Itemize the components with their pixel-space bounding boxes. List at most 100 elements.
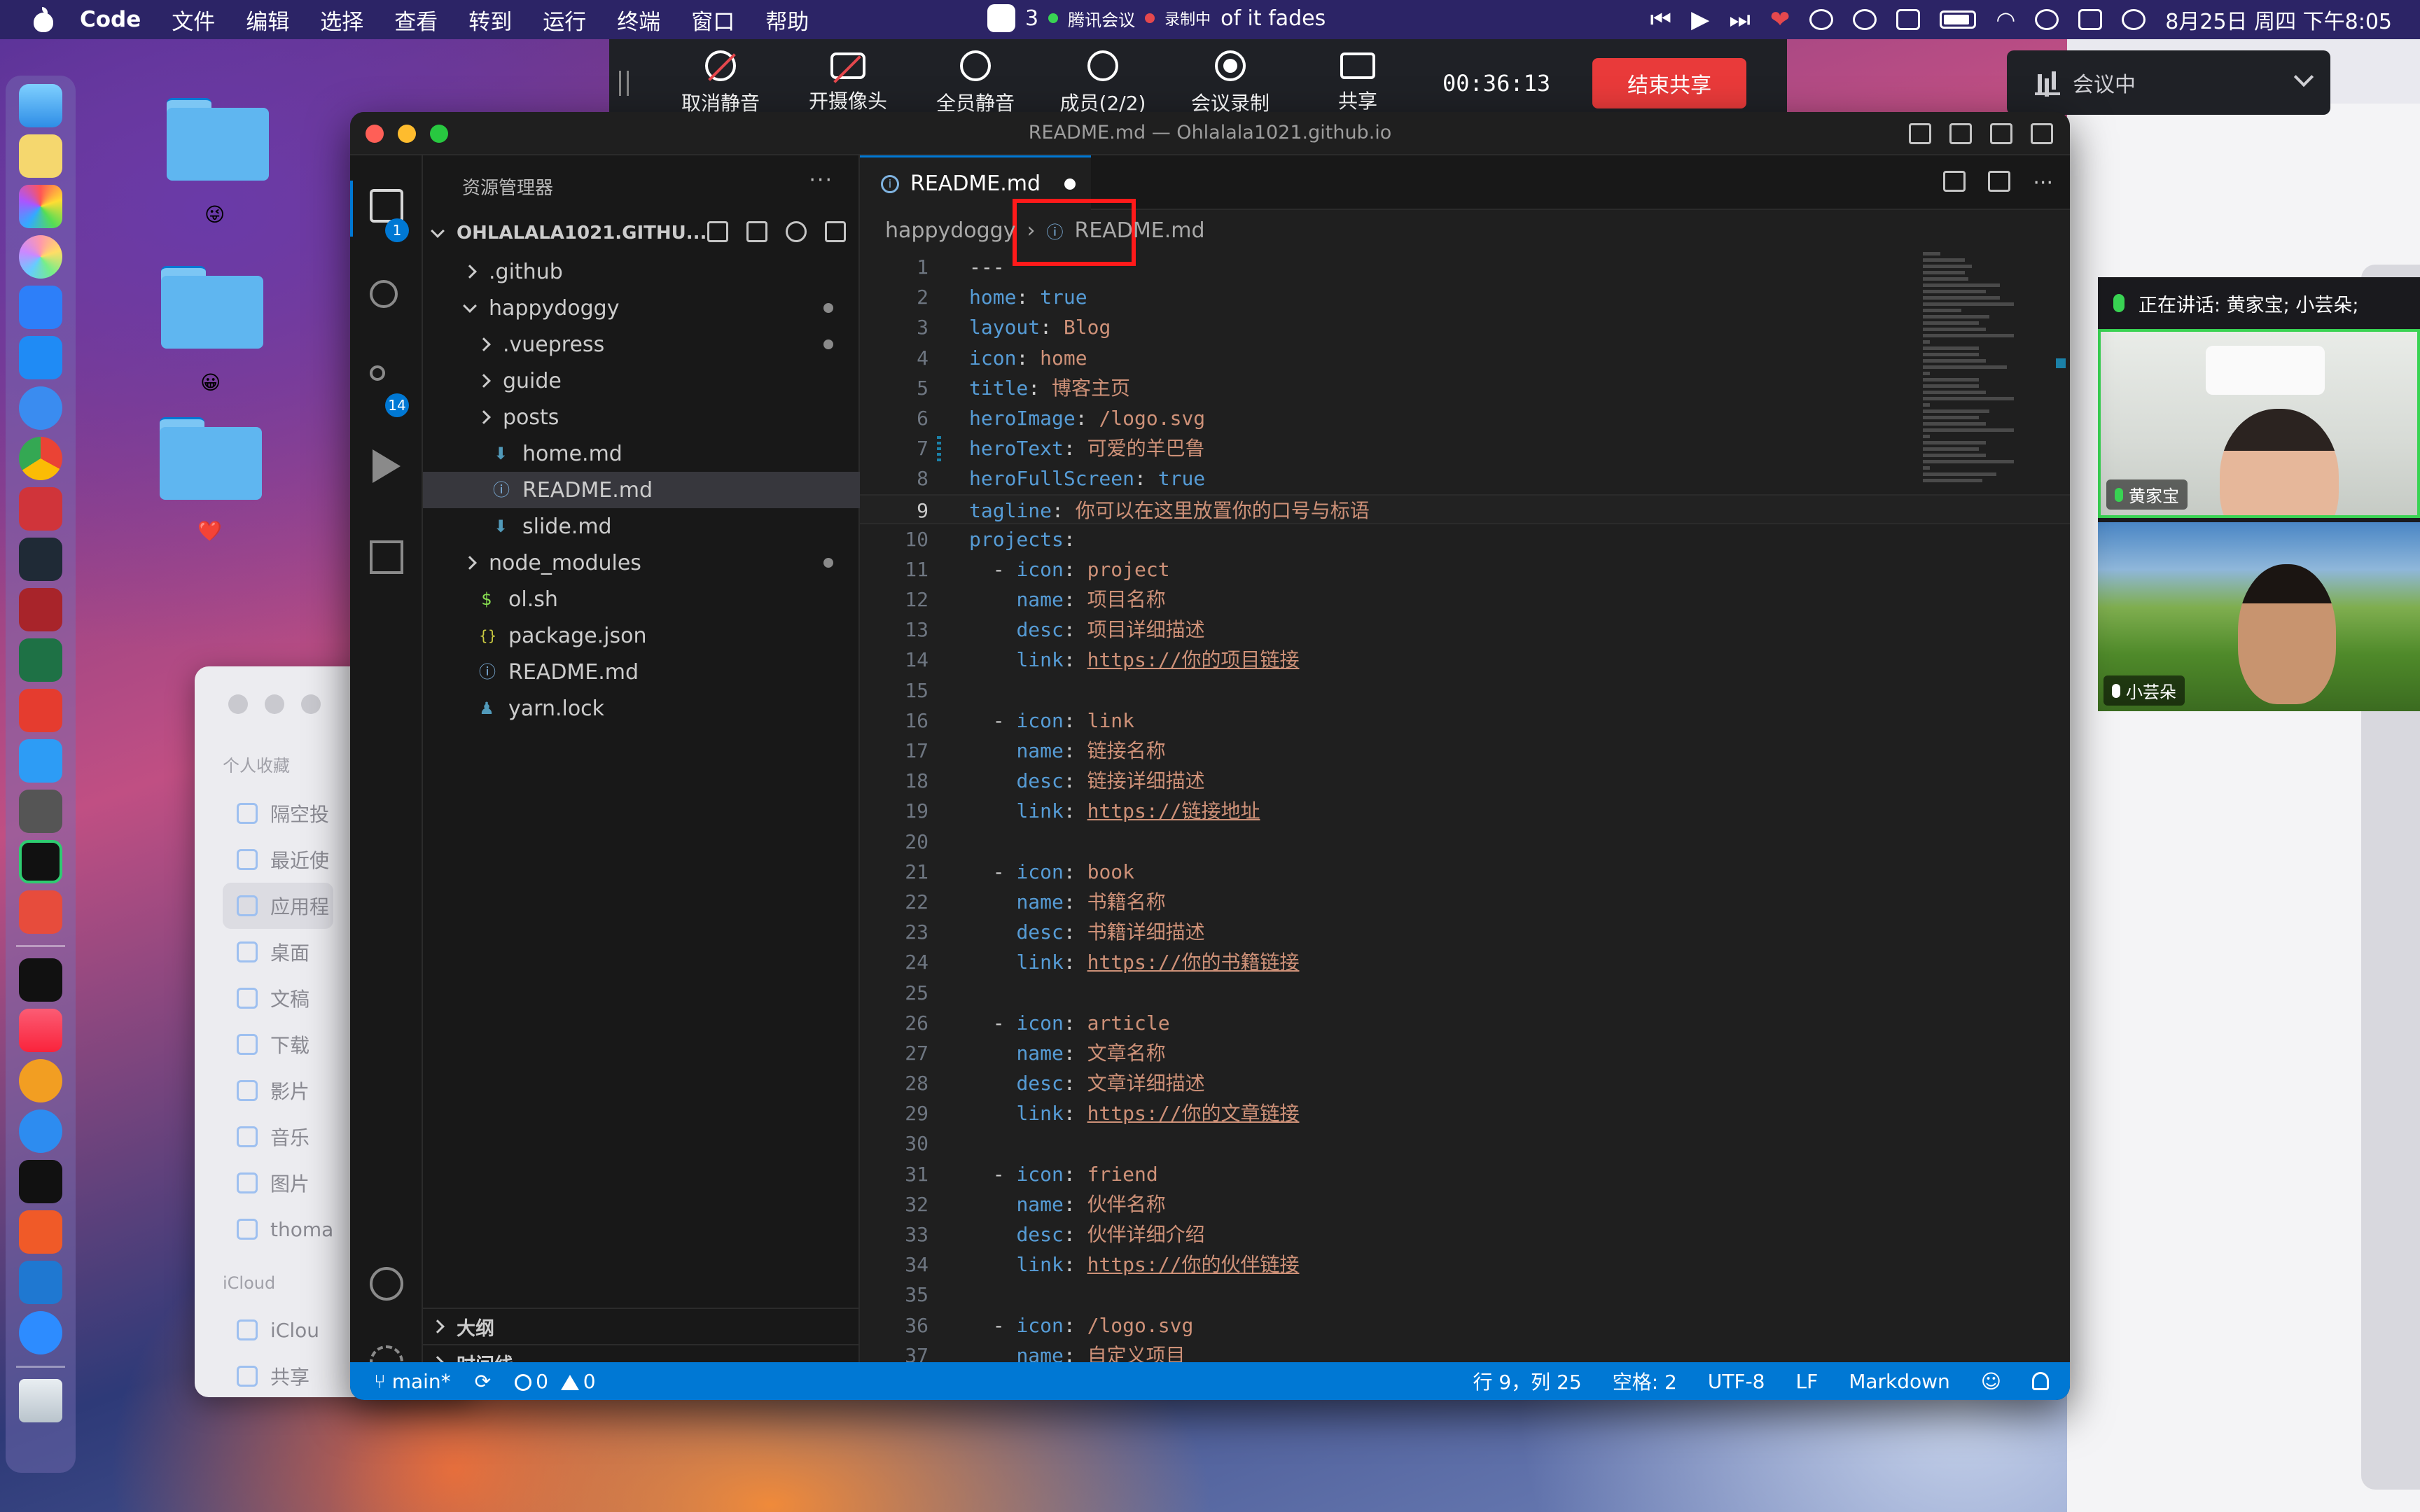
kotlin-icon[interactable] — [19, 538, 62, 581]
code-line[interactable]: 10 projects: — [860, 524, 2070, 554]
toggle-primary-sidebar-icon[interactable] — [1909, 123, 1931, 144]
code-line[interactable]: 26 - icon: article — [860, 1008, 2070, 1038]
desktop-folder[interactable] — [160, 417, 262, 500]
unsaved-dot-icon[interactable] — [1064, 178, 1076, 190]
input-method-icon[interactable] — [1896, 9, 1921, 30]
code-line[interactable]: 15 — [860, 676, 2070, 706]
source-control-icon[interactable] — [370, 365, 385, 381]
user-avatar-icon[interactable] — [1809, 9, 1834, 30]
meeting-record-button[interactable]: 会议录制 — [1167, 50, 1294, 116]
menu-go[interactable]: 转到 — [468, 4, 512, 36]
menu-selection[interactable]: 选择 — [320, 4, 363, 36]
menu-run[interactable]: 运行 — [543, 4, 586, 36]
code-line[interactable]: 23 desc: 书籍详细描述 — [860, 917, 2070, 947]
breadcrumb-file[interactable]: README.md — [1074, 218, 1204, 243]
customize-layout-icon[interactable] — [2031, 123, 2053, 144]
video-tile-participant-1[interactable]: 黄家宝 — [2098, 329, 2420, 518]
finder-item-documents[interactable]: 文稿 — [223, 975, 333, 1021]
video-tile-participant-2[interactable]: 小芸朵 — [2098, 522, 2420, 711]
code-line[interactable]: 21 - icon: book — [860, 857, 2070, 887]
voice-memo-icon[interactable] — [19, 487, 62, 531]
desktop-folder[interactable] — [167, 98, 269, 181]
feedback-icon[interactable]: ☺ — [1981, 1370, 2001, 1393]
notification-app-icon[interactable] — [987, 4, 1015, 32]
tree-item-happydoggy[interactable]: happydoggy — [423, 290, 860, 326]
code-line[interactable]: 11 - icon: project — [860, 554, 2070, 584]
finder-item-recents[interactable]: 最近使 — [223, 836, 333, 883]
app-red-icon[interactable] — [19, 1210, 62, 1254]
chrome-icon[interactable] — [19, 437, 62, 480]
code-line[interactable]: 14 link: https://你的项目链接 — [860, 645, 2070, 675]
split-editor-icon[interactable] — [1988, 171, 2011, 192]
code-line[interactable]: 6 heroImage: /logo.svg — [860, 403, 2070, 433]
safari-icon[interactable] — [19, 1110, 62, 1153]
account-icon[interactable] — [370, 1267, 403, 1301]
code-line[interactable]: 17 name: 链接名称 — [860, 736, 2070, 766]
new-folder-icon[interactable] — [746, 221, 767, 242]
open-preview-icon[interactable] — [1943, 171, 1966, 192]
finder-item-home[interactable]: thoma — [223, 1206, 333, 1252]
code-line[interactable]: 31 - icon: friend — [860, 1159, 2070, 1189]
code-line[interactable]: 30 — [860, 1128, 2070, 1158]
desktop-folder[interactable] — [161, 266, 263, 349]
more-actions-icon[interactable]: ··· — [2033, 171, 2053, 195]
code-line[interactable]: 12 name: 项目名称 — [860, 584, 2070, 615]
toggle-secondary-sidebar-icon[interactable] — [1990, 123, 2012, 144]
code-line[interactable]: 16 - icon: link — [860, 706, 2070, 736]
tree-item-ol-sh[interactable]: $ ol.sh — [423, 581, 860, 617]
pycharm-icon[interactable] — [19, 840, 62, 883]
app-orange-icon[interactable] — [19, 1059, 62, 1102]
finder-item-music[interactable]: 音乐 — [223, 1114, 333, 1160]
meeting-app-label[interactable]: 腾讯会议 — [1068, 6, 1135, 31]
code-line[interactable]: 19 link: https://链接地址 — [860, 796, 2070, 826]
refresh-icon[interactable] — [786, 221, 807, 242]
sync-icon[interactable]: ⟳ — [475, 1370, 491, 1393]
code-line[interactable]: 25 — [860, 978, 2070, 1008]
branch-indicator[interactable]: ⑂ main* — [374, 1370, 451, 1393]
finder-item-icloud-drive[interactable]: iClou — [223, 1307, 333, 1353]
explorer-icon[interactable] — [370, 189, 403, 223]
indentation-setting[interactable]: 空格: 2 — [1613, 1367, 1677, 1395]
dictionary-icon[interactable] — [19, 689, 62, 732]
breadcrumb-folder[interactable]: happydoggy — [885, 218, 1015, 243]
code-line[interactable]: 5 title: 博客主页 — [860, 373, 2070, 403]
drag-handle-icon[interactable] — [619, 71, 629, 96]
keynote-icon[interactable] — [19, 286, 62, 329]
finder-item-applications[interactable]: 应用程 — [223, 883, 334, 929]
code-editor[interactable]: 1 --- 2 home: true 3 layout: Blog 4 icon: home 5… — [860, 252, 2070, 1362]
code-line[interactable]: 9 tagline: 你可以在这里放置你的口号与标语 — [860, 493, 2070, 524]
mute-all-button[interactable]: 全员静音 — [912, 50, 1039, 116]
play-icon[interactable]: ▶ — [1691, 6, 1709, 34]
start-camera-button[interactable]: 开摄像头 — [784, 52, 912, 114]
workspace-root-folder[interactable]: OHLALALA1021.GITHU... — [423, 216, 860, 251]
eol-setting[interactable]: LF — [1795, 1370, 1818, 1393]
menu-edit[interactable]: 编辑 — [246, 4, 289, 36]
code-line[interactable]: 29 link: https://你的文章链接 — [860, 1098, 2070, 1128]
next-track-icon[interactable]: ⏭ — [1729, 6, 1751, 34]
vscode-icon[interactable] — [19, 1261, 62, 1304]
tree-item-readme-md-selected[interactable]: ⓘ README.md — [423, 472, 860, 508]
code-line[interactable]: 3 layout: Blog — [860, 312, 2070, 342]
chinese-app-icon[interactable] — [19, 588, 62, 631]
cursor-position[interactable]: 行 9，列 25 — [1473, 1367, 1581, 1395]
finder-item-airdrop[interactable]: 隔空投 — [223, 790, 333, 836]
finder-icon[interactable] — [19, 84, 62, 127]
meeting-status-dropdown[interactable]: 会议中 — [2007, 50, 2330, 115]
kuaishou-icon[interactable] — [19, 386, 62, 430]
finder-item-shared[interactable]: 共享 — [223, 1353, 333, 1399]
menu-app-name[interactable]: Code — [80, 7, 141, 32]
code-line[interactable]: 32 name: 伙伴名称 — [860, 1189, 2070, 1219]
code-line[interactable]: 37 name: 自定义项目 — [860, 1340, 2070, 1362]
tree-item-node-modules[interactable]: node_modules — [423, 545, 860, 581]
code-line[interactable]: 27 name: 文章名称 — [860, 1038, 2070, 1068]
new-file-icon[interactable] — [707, 221, 728, 242]
code-line[interactable]: 4 icon: home — [860, 343, 2070, 373]
tree-item-yarn-lock[interactable]: ♟ yarn.lock — [423, 690, 860, 727]
search-icon[interactable] — [370, 280, 398, 308]
menu-terminal[interactable]: 终端 — [617, 4, 660, 36]
apple-tv-icon[interactable] — [19, 1160, 62, 1203]
code-line[interactable]: 34 link: https://你的伙伴链接 — [860, 1250, 2070, 1280]
code-line[interactable]: 1 --- — [860, 252, 2070, 282]
finder-item-desktop[interactable]: 桌面 — [223, 929, 333, 975]
code-line[interactable]: 13 desc: 项目详细描述 — [860, 615, 2070, 645]
